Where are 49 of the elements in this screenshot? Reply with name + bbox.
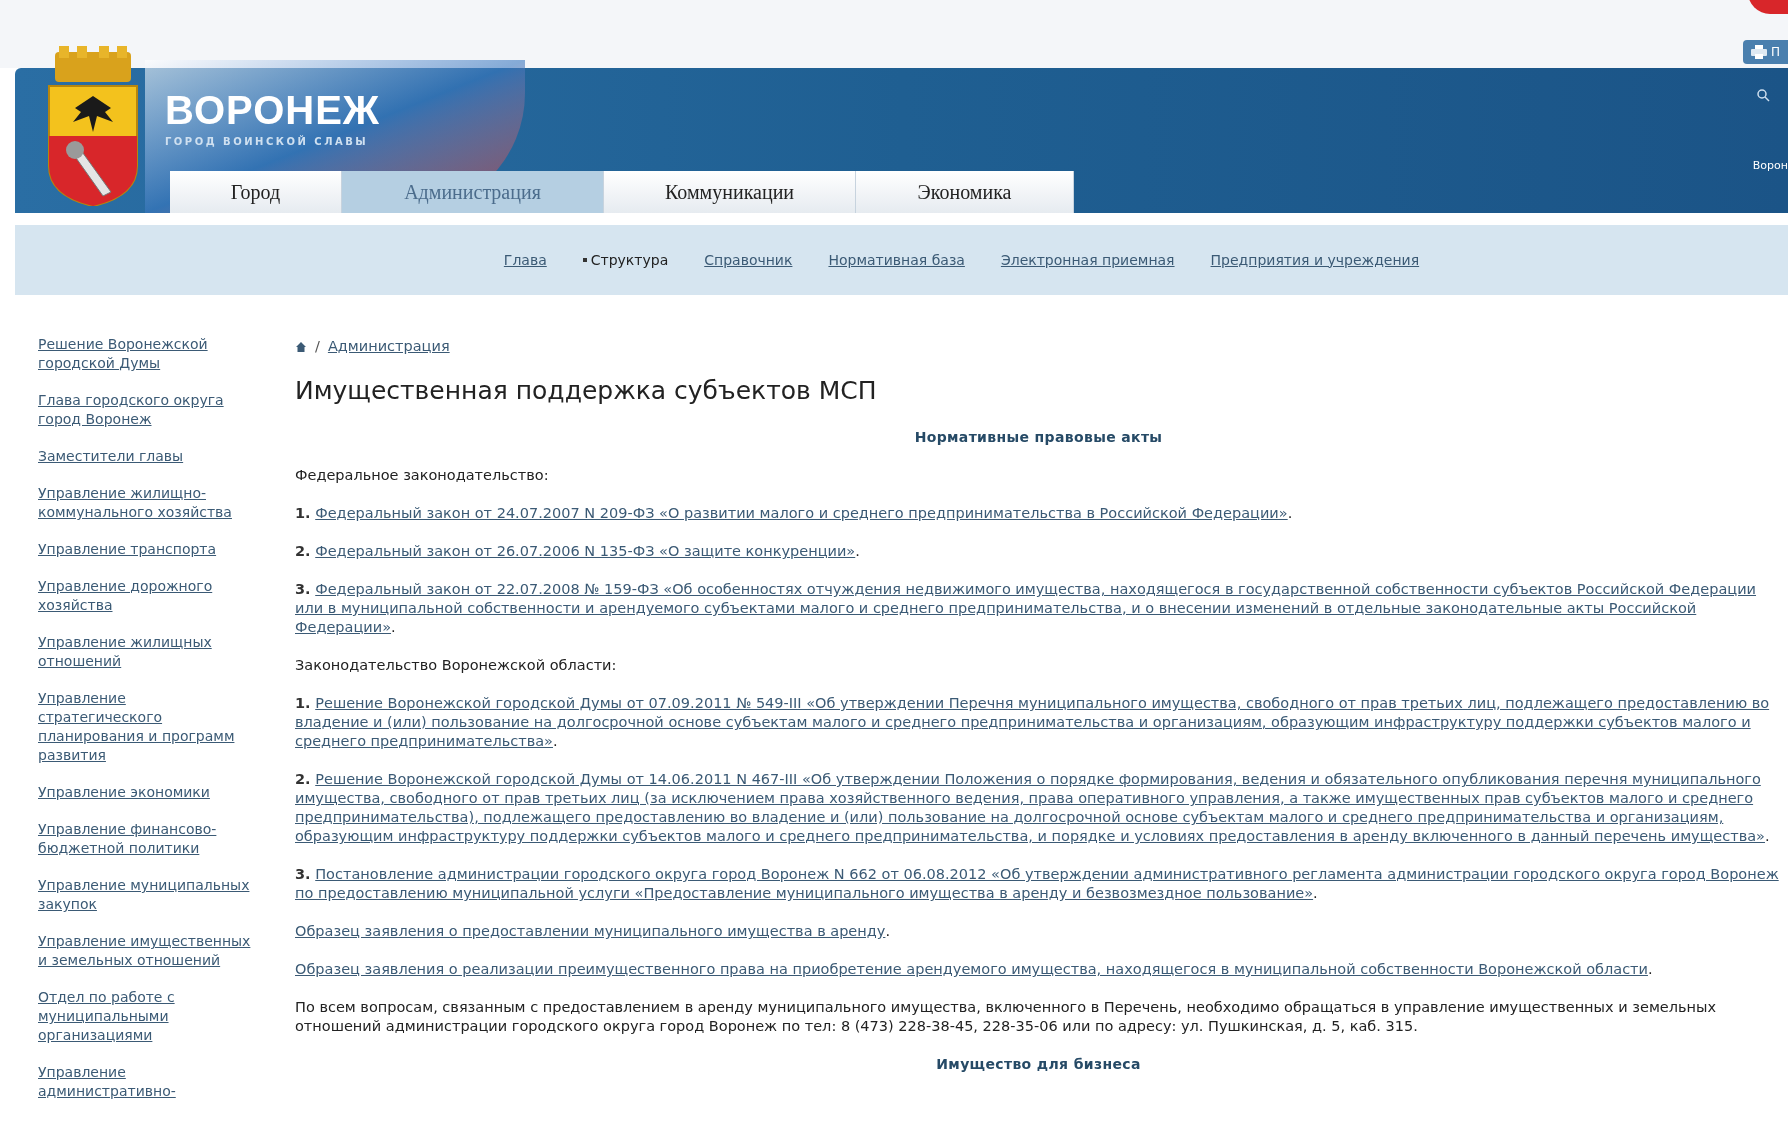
sidebar-link[interactable]: Управление жилищно-коммунального хозяйства bbox=[38, 484, 253, 522]
sidebar-link[interactable]: Управление транспорта bbox=[38, 540, 253, 559]
sidebar-link[interactable]: Управление стратегического планирования и программ развития bbox=[38, 689, 253, 765]
page-title: Имущественная поддержка субъектов МСП bbox=[295, 376, 878, 406]
main-tab[interactable]: Экономика bbox=[856, 171, 1074, 213]
sub-nav-link[interactable]: Структура bbox=[582, 249, 669, 271]
numbered-document-link[interactable]: 1. Федеральный закон от 24.07.2007 N 209-ФЗ «О развитии малого и среднего предпринимательства в Российской Федерации». bbox=[295, 504, 1782, 523]
sidebar-link[interactable]: Управление административно- bbox=[38, 1063, 253, 1101]
sub-nav-link[interactable]: Предприятия и учреждения bbox=[1210, 249, 1420, 271]
search-icon[interactable] bbox=[1756, 88, 1770, 102]
section-heading: Нормативные правовые акты bbox=[913, 428, 1164, 447]
document-link[interactable]: Образец заявления о предоставлении муниципального имущества в аренду bbox=[295, 923, 886, 939]
numbered-document-link[interactable]: 3. Федеральный закон от 22.07.2008 № 159-ФЗ «Об особенностях отчуждения недвижимого имущества, находящегося в государственной собственности субъектов Российской Федерации или в муниципальной собственности и арендуемого субъектами малого и среднего предпринимательства, и о внесении изменений в отдельные законодательные акты Российской Федерации». bbox=[295, 580, 1782, 637]
city-motto: ГОРОД ВОИНСКОЙ СЛАВЫ bbox=[165, 134, 370, 149]
sub-nav-link[interactable]: Электронная приемная bbox=[1000, 249, 1175, 271]
sidebar-link[interactable]: Управление муниципальных закупок bbox=[38, 876, 253, 914]
home-icon[interactable] bbox=[295, 340, 307, 353]
sidebar-link[interactable]: Глава городского округа город Воронеж bbox=[38, 391, 253, 429]
sub-nav-link[interactable]: Справочник bbox=[704, 249, 793, 271]
sidebar-link[interactable]: Отдел по работе с муниципальными организациями bbox=[38, 988, 253, 1045]
sidebar-link[interactable]: Управление экономики bbox=[38, 783, 253, 802]
print-button[interactable]: П bbox=[1742, 40, 1788, 64]
sub-nav-link[interactable]: Глава bbox=[503, 249, 547, 271]
sidebar-link[interactable]: Решение Воронежской городской Думы bbox=[38, 335, 253, 373]
city-crest-icon bbox=[45, 46, 141, 206]
main-tab[interactable]: Коммуникации bbox=[604, 171, 856, 213]
numbered-document-link[interactable]: 2. Федеральный закон от 26.07.2006 N 135-ФЗ «О защите конкуренции». bbox=[295, 542, 1782, 561]
contact-paragraph: По всем вопросам, связанным с предоставлением в аренду муниципального имущества, включенного в Перечень, необходимо обращаться в управление имущественных и земельных отношений администрации городского округа город Воронеж по тел: 8 (473) 228-38-45, 228-35-06 или по адресу: ул. Пушкинская, д. 5, каб. 315. bbox=[295, 998, 1718, 1036]
breadcrumb-separator: / bbox=[315, 337, 320, 356]
section-label: Федеральное законодательство: bbox=[295, 466, 550, 485]
numbered-document-link[interactable]: 2. Решение Воронежской городской Думы от 14.06.2011 N 467-III «Об утверждении Положения о порядке формирования, ведения и обязательного опубликования перечня муниципального имущества, свободного от прав третьих лиц (за исключением права хозяйственного ведения, права оперативного управления, а также имущественных прав субъектов малого и среднего предпринимательства), подлежащего предоставлению во владение и (или) пользование на долгосрочной основе субъектам малого и среднего предпринимательства и организациям, образующим инфраструктуру поддержки субъектов малого и среднего предпринимательства, и порядке и условиях предоставления в аренду включенного в данный перечень имущества». bbox=[295, 770, 1782, 846]
section-label: Законодательство Воронежской области: bbox=[295, 656, 618, 675]
region-label: Ворон bbox=[1752, 158, 1788, 174]
sidebar-link[interactable]: Управление жилищных отношений bbox=[38, 633, 253, 671]
punctuation: . bbox=[1647, 961, 1653, 977]
sidebar-link[interactable]: Управление финансово-бюджетной политики bbox=[38, 820, 253, 858]
document-link[interactable]: Образец заявления о реализации преимущественного права на приобретение арендуемого имущества, находящегося в муниципальной собственности Воронежской области bbox=[295, 961, 1648, 977]
city-name: ВОРОНЕЖ bbox=[165, 90, 380, 130]
breadcrumb-link[interactable]: Администрация bbox=[327, 337, 450, 356]
numbered-document-link[interactable]: 1. Решение Воронежской городской Думы от 07.09.2011 № 549-III «Об утверждении Перечня муниципального имущества, свободного от прав третьих лиц, подлежащего предоставлению во владение и (или) пользование на долгосрочной основе субъектам малого и среднего предпринимательства и организациям, образующим инфраструктуру поддержки субъектов малого и среднего предпринимательства». bbox=[295, 694, 1782, 751]
printer-icon bbox=[1750, 45, 1767, 59]
sub-nav-link[interactable]: Нормативная база bbox=[828, 249, 965, 271]
sidebar-link[interactable]: Заместители главы bbox=[38, 447, 253, 466]
sidebar-link[interactable]: Управление имущественных и земельных отношений bbox=[38, 932, 253, 970]
punctuation: . bbox=[885, 923, 890, 939]
main-tab[interactable]: Город bbox=[170, 171, 342, 213]
section-heading: Имущество для бизнеса bbox=[935, 1055, 1142, 1074]
numbered-document-link[interactable]: 3. Постановление администрации городского округа город Воронеж N 662 от 06.08.2012 «Об утверждении административного регламента администрации городского округа город Воронеж по предоставлению муниципальной услуги «Предоставление муниципального имущества в аренду и безвозмездное пользование». bbox=[295, 865, 1782, 903]
sidebar-link[interactable]: Управление дорожного хозяйства bbox=[38, 577, 253, 615]
